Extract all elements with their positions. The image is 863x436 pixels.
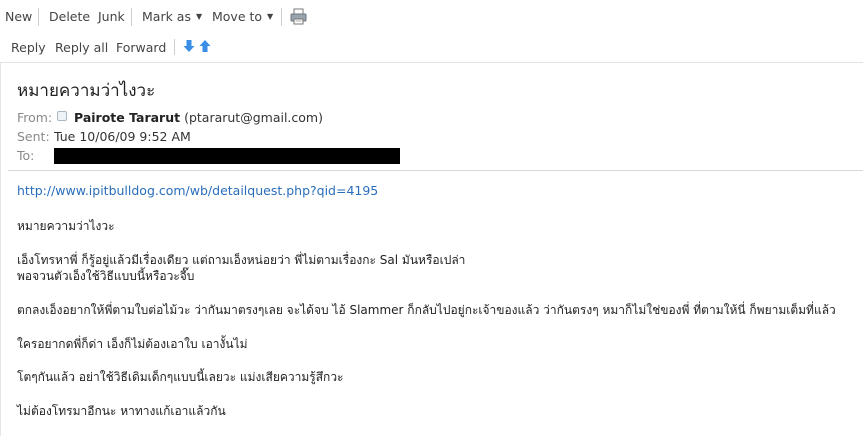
move-to-label: Move to — [212, 9, 263, 24]
printer-icon[interactable] — [290, 8, 307, 25]
toolbar-divider — [174, 39, 175, 55]
toolbar-divider — [131, 8, 132, 26]
body-line: โตๆกันแล้ว อย่าใช้วิธีเดิมเด็กๆแบบนี้เลย… — [17, 370, 344, 384]
move-to-menu[interactable]: Move to ▼ — [212, 9, 273, 24]
sender[interactable]: Pairote Tararut (ptararut@gmail.com) — [74, 110, 323, 125]
redacted-recipient — [54, 148, 400, 164]
message-subject: หมายความว่าไงวะ — [17, 81, 156, 101]
toolbar-divider — [38, 8, 39, 26]
body-line: ไม่ต้องโทรมาอีกนะ หาทางแก้เอาแล้วกัน — [17, 404, 226, 418]
body-line: พอจวนตัวเอ็งใช้วิธีแบบนี้หรือวะจี๊บ — [17, 269, 195, 283]
command-toolbar: New Delete Junk Mark as ▼ Move to ▼ — [0, 0, 863, 34]
mark-as-label: Mark as — [142, 9, 191, 24]
from-label: From: — [17, 110, 53, 125]
pane-border — [0, 62, 1, 436]
body-line: ใครอยากดพี่ก็ด่า เอ็งก็ไม่ต้องเอาใบ เอาง… — [17, 337, 248, 351]
reply-button[interactable]: Reply — [11, 40, 46, 55]
chevron-down-icon: ▼ — [195, 12, 203, 21]
toolbar-divider — [281, 8, 282, 26]
reply-toolbar: Reply Reply all Forward — [0, 33, 863, 63]
junk-button[interactable]: Junk — [98, 9, 125, 24]
delete-button[interactable]: Delete — [49, 9, 90, 24]
arrow-up-icon[interactable] — [199, 39, 211, 53]
message-link[interactable]: http://www.ipitbulldog.com/wb/detailques… — [17, 183, 378, 198]
sender-name: Pairote Tararut — [74, 110, 181, 125]
mark-as-menu[interactable]: Mark as ▼ — [142, 9, 202, 24]
arrow-down-icon[interactable] — [183, 39, 195, 53]
new-button[interactable]: New — [5, 9, 32, 24]
sent-label: Sent: — [17, 129, 50, 144]
presence-icon — [57, 111, 67, 121]
sender-email: (ptararut@gmail.com) — [184, 110, 323, 125]
forward-button[interactable]: Forward — [116, 40, 166, 55]
body-line: ตกลงเอ็งอยากให้พี่ตามใบต่อไม้วะ ว่ากันมา… — [17, 303, 836, 317]
chevron-down-icon: ▼ — [267, 12, 274, 21]
sent-value: Tue 10/06/09 9:52 AM — [54, 129, 191, 144]
body-line: หมายความว่าไงวะ — [17, 219, 115, 233]
header-divider — [8, 170, 863, 171]
reply-all-button[interactable]: Reply all — [55, 40, 108, 55]
to-label: To: — [17, 148, 35, 163]
